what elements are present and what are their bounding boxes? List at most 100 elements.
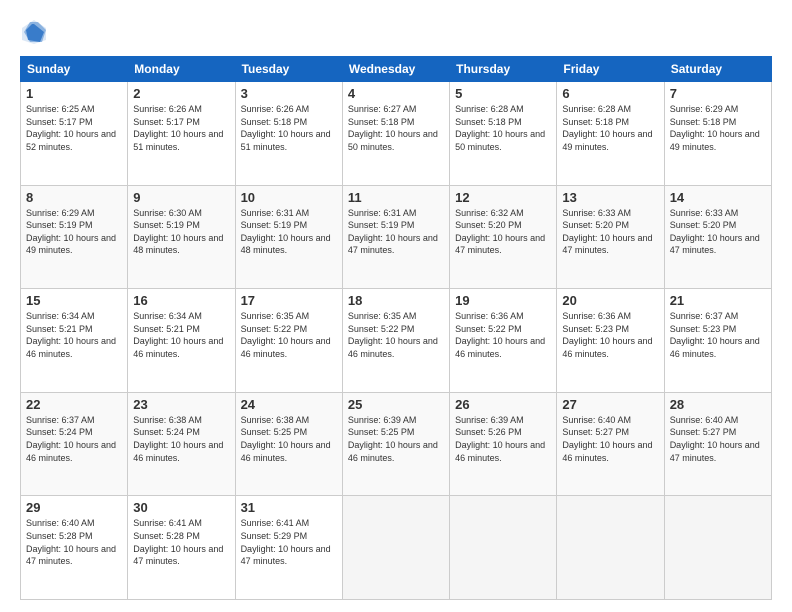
day-info: Sunrise: 6:34 AM Sunset: 5:21 PM Dayligh… [133, 310, 229, 360]
day-number: 28 [670, 397, 766, 412]
calendar-header-tuesday: Tuesday [235, 57, 342, 82]
day-info: Sunrise: 6:33 AM Sunset: 5:20 PM Dayligh… [562, 207, 658, 257]
calendar-cell: 21 Sunrise: 6:37 AM Sunset: 5:23 PM Dayl… [664, 289, 771, 393]
day-info: Sunrise: 6:40 AM Sunset: 5:27 PM Dayligh… [562, 414, 658, 464]
day-info: Sunrise: 6:29 AM Sunset: 5:19 PM Dayligh… [26, 207, 122, 257]
calendar-cell: 3 Sunrise: 6:26 AM Sunset: 5:18 PM Dayli… [235, 82, 342, 186]
day-info: Sunrise: 6:41 AM Sunset: 5:29 PM Dayligh… [241, 517, 337, 567]
day-info: Sunrise: 6:33 AM Sunset: 5:20 PM Dayligh… [670, 207, 766, 257]
day-number: 10 [241, 190, 337, 205]
day-number: 16 [133, 293, 229, 308]
day-info: Sunrise: 6:26 AM Sunset: 5:17 PM Dayligh… [133, 103, 229, 153]
day-info: Sunrise: 6:25 AM Sunset: 5:17 PM Dayligh… [26, 103, 122, 153]
calendar-cell: 6 Sunrise: 6:28 AM Sunset: 5:18 PM Dayli… [557, 82, 664, 186]
day-number: 30 [133, 500, 229, 515]
calendar-cell: 13 Sunrise: 6:33 AM Sunset: 5:20 PM Dayl… [557, 185, 664, 289]
calendar-header-row: SundayMondayTuesdayWednesdayThursdayFrid… [21, 57, 772, 82]
day-info: Sunrise: 6:28 AM Sunset: 5:18 PM Dayligh… [455, 103, 551, 153]
day-number: 27 [562, 397, 658, 412]
day-info: Sunrise: 6:32 AM Sunset: 5:20 PM Dayligh… [455, 207, 551, 257]
day-number: 18 [348, 293, 444, 308]
day-info: Sunrise: 6:41 AM Sunset: 5:28 PM Dayligh… [133, 517, 229, 567]
day-info: Sunrise: 6:37 AM Sunset: 5:24 PM Dayligh… [26, 414, 122, 464]
calendar-cell: 30 Sunrise: 6:41 AM Sunset: 5:28 PM Dayl… [128, 496, 235, 600]
day-info: Sunrise: 6:34 AM Sunset: 5:21 PM Dayligh… [26, 310, 122, 360]
calendar-week-row: 22 Sunrise: 6:37 AM Sunset: 5:24 PM Dayl… [21, 392, 772, 496]
day-number: 13 [562, 190, 658, 205]
calendar-cell: 9 Sunrise: 6:30 AM Sunset: 5:19 PM Dayli… [128, 185, 235, 289]
day-info: Sunrise: 6:36 AM Sunset: 5:23 PM Dayligh… [562, 310, 658, 360]
day-info: Sunrise: 6:30 AM Sunset: 5:19 PM Dayligh… [133, 207, 229, 257]
day-info: Sunrise: 6:38 AM Sunset: 5:24 PM Dayligh… [133, 414, 229, 464]
calendar-cell: 2 Sunrise: 6:26 AM Sunset: 5:17 PM Dayli… [128, 82, 235, 186]
day-number: 11 [348, 190, 444, 205]
day-number: 20 [562, 293, 658, 308]
day-number: 8 [26, 190, 122, 205]
day-info: Sunrise: 6:27 AM Sunset: 5:18 PM Dayligh… [348, 103, 444, 153]
day-number: 5 [455, 86, 551, 101]
calendar-header-friday: Friday [557, 57, 664, 82]
day-info: Sunrise: 6:31 AM Sunset: 5:19 PM Dayligh… [241, 207, 337, 257]
day-info: Sunrise: 6:37 AM Sunset: 5:23 PM Dayligh… [670, 310, 766, 360]
day-number: 9 [133, 190, 229, 205]
day-number: 7 [670, 86, 766, 101]
calendar-cell [342, 496, 449, 600]
page: SundayMondayTuesdayWednesdayThursdayFrid… [0, 0, 792, 612]
calendar-cell: 22 Sunrise: 6:37 AM Sunset: 5:24 PM Dayl… [21, 392, 128, 496]
calendar-week-row: 29 Sunrise: 6:40 AM Sunset: 5:28 PM Dayl… [21, 496, 772, 600]
calendar-cell: 18 Sunrise: 6:35 AM Sunset: 5:22 PM Dayl… [342, 289, 449, 393]
day-info: Sunrise: 6:31 AM Sunset: 5:19 PM Dayligh… [348, 207, 444, 257]
day-number: 3 [241, 86, 337, 101]
day-info: Sunrise: 6:40 AM Sunset: 5:27 PM Dayligh… [670, 414, 766, 464]
day-number: 2 [133, 86, 229, 101]
calendar-cell: 20 Sunrise: 6:36 AM Sunset: 5:23 PM Dayl… [557, 289, 664, 393]
calendar-header-wednesday: Wednesday [342, 57, 449, 82]
calendar-cell: 27 Sunrise: 6:40 AM Sunset: 5:27 PM Dayl… [557, 392, 664, 496]
calendar-week-row: 8 Sunrise: 6:29 AM Sunset: 5:19 PM Dayli… [21, 185, 772, 289]
header [20, 18, 772, 46]
day-number: 15 [26, 293, 122, 308]
calendar-cell: 11 Sunrise: 6:31 AM Sunset: 5:19 PM Dayl… [342, 185, 449, 289]
calendar-cell [664, 496, 771, 600]
day-number: 19 [455, 293, 551, 308]
day-info: Sunrise: 6:29 AM Sunset: 5:18 PM Dayligh… [670, 103, 766, 153]
calendar-cell: 4 Sunrise: 6:27 AM Sunset: 5:18 PM Dayli… [342, 82, 449, 186]
calendar-cell: 16 Sunrise: 6:34 AM Sunset: 5:21 PM Dayl… [128, 289, 235, 393]
calendar-cell: 26 Sunrise: 6:39 AM Sunset: 5:26 PM Dayl… [450, 392, 557, 496]
day-info: Sunrise: 6:28 AM Sunset: 5:18 PM Dayligh… [562, 103, 658, 153]
day-info: Sunrise: 6:26 AM Sunset: 5:18 PM Dayligh… [241, 103, 337, 153]
day-number: 17 [241, 293, 337, 308]
day-number: 21 [670, 293, 766, 308]
calendar-cell [557, 496, 664, 600]
calendar-week-row: 1 Sunrise: 6:25 AM Sunset: 5:17 PM Dayli… [21, 82, 772, 186]
day-info: Sunrise: 6:40 AM Sunset: 5:28 PM Dayligh… [26, 517, 122, 567]
calendar-cell: 25 Sunrise: 6:39 AM Sunset: 5:25 PM Dayl… [342, 392, 449, 496]
calendar-cell [450, 496, 557, 600]
calendar-cell: 17 Sunrise: 6:35 AM Sunset: 5:22 PM Dayl… [235, 289, 342, 393]
calendar-cell: 10 Sunrise: 6:31 AM Sunset: 5:19 PM Dayl… [235, 185, 342, 289]
day-number: 26 [455, 397, 551, 412]
calendar-cell: 28 Sunrise: 6:40 AM Sunset: 5:27 PM Dayl… [664, 392, 771, 496]
calendar-cell: 24 Sunrise: 6:38 AM Sunset: 5:25 PM Dayl… [235, 392, 342, 496]
calendar-header-monday: Monday [128, 57, 235, 82]
calendar-cell: 7 Sunrise: 6:29 AM Sunset: 5:18 PM Dayli… [664, 82, 771, 186]
calendar-cell: 5 Sunrise: 6:28 AM Sunset: 5:18 PM Dayli… [450, 82, 557, 186]
day-number: 29 [26, 500, 122, 515]
logo [20, 18, 52, 46]
day-info: Sunrise: 6:36 AM Sunset: 5:22 PM Dayligh… [455, 310, 551, 360]
calendar-cell: 31 Sunrise: 6:41 AM Sunset: 5:29 PM Dayl… [235, 496, 342, 600]
calendar-cell: 12 Sunrise: 6:32 AM Sunset: 5:20 PM Dayl… [450, 185, 557, 289]
day-info: Sunrise: 6:35 AM Sunset: 5:22 PM Dayligh… [241, 310, 337, 360]
day-info: Sunrise: 6:38 AM Sunset: 5:25 PM Dayligh… [241, 414, 337, 464]
day-info: Sunrise: 6:35 AM Sunset: 5:22 PM Dayligh… [348, 310, 444, 360]
logo-icon [20, 18, 48, 46]
day-info: Sunrise: 6:39 AM Sunset: 5:26 PM Dayligh… [455, 414, 551, 464]
day-number: 12 [455, 190, 551, 205]
calendar-table: SundayMondayTuesdayWednesdayThursdayFrid… [20, 56, 772, 600]
calendar-cell: 29 Sunrise: 6:40 AM Sunset: 5:28 PM Dayl… [21, 496, 128, 600]
day-number: 6 [562, 86, 658, 101]
day-number: 31 [241, 500, 337, 515]
calendar-header-saturday: Saturday [664, 57, 771, 82]
calendar-header-thursday: Thursday [450, 57, 557, 82]
calendar-cell: 14 Sunrise: 6:33 AM Sunset: 5:20 PM Dayl… [664, 185, 771, 289]
